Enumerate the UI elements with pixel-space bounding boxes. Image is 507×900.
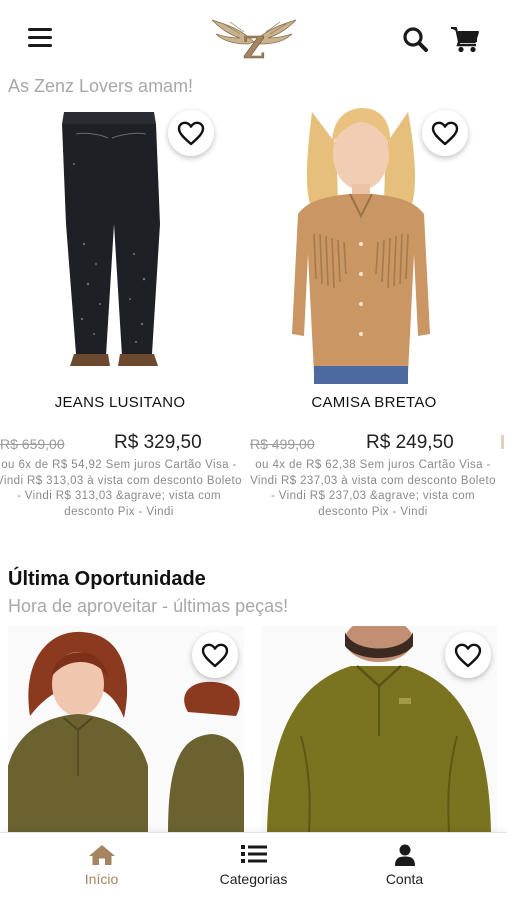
product-name[interactable]: CAMISA BRETAO [258,394,490,411]
current-price: R$ 329,50 [114,432,202,453]
product-card-camisa[interactable]: CAMISA BRETAO R$ 499,00 R$ 249,50 ou 4x … [250,104,496,544]
tab-inicio[interactable]: Início [17,833,186,900]
bottom-tab-bar: Início Categorias Conta [0,832,507,900]
search-icon[interactable] [402,26,430,52]
product-card-man-olive[interactable] [261,626,497,832]
home-icon [88,844,116,871]
brand-logo[interactable]: Z [210,14,298,66]
product-card-woman-olive[interactable] [8,626,244,832]
product-card-jeans[interactable]: JEANS LUSITANO R$ 659,00 R$ 329,50 ou 6x… [0,104,242,544]
user-icon [394,844,416,871]
carousel-next-hint [501,435,504,449]
cart-icon[interactable] [450,25,480,53]
hamburger-menu-icon[interactable] [28,28,52,50]
product-name[interactable]: JEANS LUSITANO [4,394,236,411]
list-icon [240,844,267,869]
section-title: Última Oportunidade [8,568,206,590]
favorite-heart-icon[interactable] [445,632,491,678]
logo-letter: Z [243,31,265,64]
tab-label: Conta [385,871,424,887]
current-price: R$ 249,50 [366,432,454,453]
tab-conta[interactable]: Conta [320,833,489,900]
installments-info: ou 6x de R$ 54,92 Sem juros Cartão Visa … [0,459,242,518]
favorite-heart-icon[interactable] [168,110,214,156]
installments-info: ou 4x de R$ 62,38 Sem juros Cartão Visa … [250,459,496,518]
tab-categorias[interactable]: Categorias [169,833,338,900]
old-price: R$ 499,00 [250,436,315,452]
tab-label: Categorias [219,871,288,887]
tab-label: Início [84,871,119,887]
old-price: R$ 659,00 [0,436,65,452]
app-header: Z [0,0,507,76]
section-subtitle: Hora de aproveitar - últimas peças! [8,596,289,616]
favorite-heart-icon[interactable] [422,110,468,156]
lovers-subtitle: As Zenz Lovers amam! [8,76,194,96]
favorite-heart-icon[interactable] [192,632,238,678]
